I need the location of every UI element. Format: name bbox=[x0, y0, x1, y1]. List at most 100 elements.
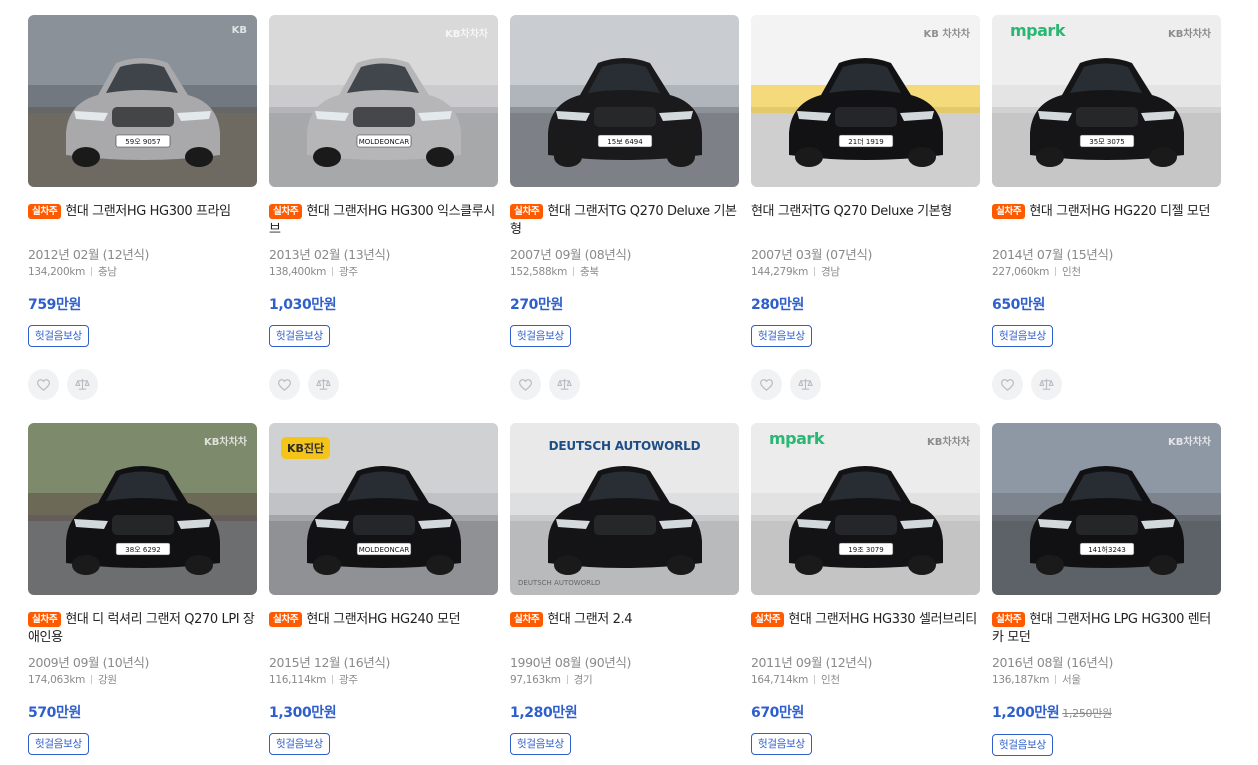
listing-thumbnail[interactable]: 35모 3075 KB차차차 mpark bbox=[992, 15, 1221, 187]
listing-title-row[interactable]: 실차주 현대 디 럭셔리 그랜저 Q270 LPI 장애인용 bbox=[28, 611, 257, 651]
listing-card[interactable]: MOLDEONCAR KB진단 실차주 현대 그랜저HG HG240 모던 2015년 … bbox=[269, 423, 498, 755]
svg-text:21더 1919: 21더 1919 bbox=[848, 137, 883, 146]
owner-tag: 실차주 bbox=[269, 204, 303, 219]
badge-row: 헛걸음보상 bbox=[28, 722, 257, 755]
listing-title[interactable]: 현대 그랜저TG Q270 Deluxe 기본형 bbox=[510, 204, 737, 237]
price: 1,030만원 bbox=[269, 297, 337, 313]
listing-card[interactable]: 141허3243 KB차차차실차주 현대 그랜저HG LPG HG300 렌터카 모… bbox=[992, 423, 1221, 756]
owner-tag: 실차주 bbox=[510, 612, 544, 627]
model-year: 2011년 09월 (12년식) bbox=[751, 655, 872, 670]
listing-title-row[interactable]: 실차주 현대 그랜저HG HG330 셀러브리티 bbox=[751, 611, 980, 651]
mpark-logo: mpark bbox=[769, 429, 824, 448]
listing-grid: 59오 9057 KB 실차주 현대 그랜저HG HG300 프라임 2012년 02월… bbox=[28, 15, 1221, 765]
car-photo: MOLDEONCAR bbox=[269, 15, 498, 187]
listing-title-row[interactable]: 현대 그랜저TG Q270 Deluxe 기본형 bbox=[751, 203, 980, 243]
listing-title[interactable]: 현대 그랜저HG HG300 익스클루시브 bbox=[269, 204, 495, 237]
meta-divider bbox=[332, 267, 334, 276]
listing-meta: 227,060km 인천 bbox=[992, 265, 1221, 279]
badge-row: 헛걸음보상 bbox=[269, 314, 498, 347]
listing-thumbnail[interactable]: DEUTSCH AUTOWORLD DEUTSCH AUTOWORLD bbox=[510, 423, 739, 595]
owner-tag: 실차주 bbox=[992, 612, 1026, 627]
listing-thumbnail[interactable]: 141허3243 KB차차차 bbox=[992, 423, 1221, 595]
car-photo: 19조 3079 bbox=[751, 423, 980, 595]
listing-meta: 136,187km 서울 bbox=[992, 673, 1221, 687]
svg-text:59오 9057: 59오 9057 bbox=[125, 138, 160, 146]
price: 280만원 bbox=[751, 297, 804, 313]
listing-card[interactable]: 59오 9057 KB 실차주 현대 그랜저HG HG300 프라임 2012년 02월… bbox=[28, 15, 257, 400]
listing-title-row[interactable]: 실차주 현대 그랜저TG Q270 Deluxe 기본형 bbox=[510, 203, 739, 243]
listing-title-row[interactable]: 실차주 현대 그랜저HG HG300 익스클루시브 bbox=[269, 203, 498, 243]
model-year: 2007년 03월 (07년식) bbox=[751, 247, 872, 262]
price-row: 1,200만원 1,250만원 bbox=[992, 703, 1221, 723]
scale-icon[interactable] bbox=[308, 369, 339, 400]
listing-title-row[interactable]: 실차주 현대 그랜저 2.4 bbox=[510, 611, 739, 651]
mileage: 138,400km bbox=[269, 266, 327, 278]
listing-title-row[interactable]: 실차주 현대 그랜저HG HG240 모던 bbox=[269, 611, 498, 651]
original-price: 1,250만원 bbox=[1062, 707, 1112, 720]
listing-card[interactable]: 21더 1919 KB 차차차현대 그랜저TG Q270 Deluxe 기본형 20… bbox=[751, 15, 980, 400]
listing-meta: 97,163km 경기 bbox=[510, 673, 739, 687]
listing-title-row[interactable]: 실차주 현대 그랜저HG HG300 프라임 bbox=[28, 203, 257, 243]
listing-title[interactable]: 현대 그랜저HG HG330 셀러브리티 bbox=[788, 612, 977, 627]
model-year: 1990년 08월 (90년식) bbox=[510, 655, 631, 670]
heart-icon[interactable] bbox=[269, 369, 300, 400]
kb-watermark: KB차차차 bbox=[204, 437, 247, 448]
listing-thumbnail[interactable]: 15보 6494 bbox=[510, 15, 739, 187]
heart-icon[interactable] bbox=[751, 369, 782, 400]
mileage: 174,063km bbox=[28, 674, 86, 686]
listing-title[interactable]: 현대 그랜저HG HG240 모던 bbox=[306, 612, 460, 627]
owner-tag: 실차주 bbox=[28, 204, 62, 219]
meta-divider bbox=[1055, 267, 1057, 276]
listing-thumbnail[interactable]: MOLDEONCAR KB진단 bbox=[269, 423, 498, 595]
listing-card[interactable]: 15보 6494 실차주 현대 그랜저TG Q270 Deluxe 기본형 2007년… bbox=[510, 15, 739, 400]
scale-icon[interactable] bbox=[790, 369, 821, 400]
region: 광주 bbox=[339, 266, 358, 278]
listing-title-row[interactable]: 실차주 현대 그랜저HG HG220 디젤 모던 bbox=[992, 203, 1221, 243]
price: 1,300만원 bbox=[269, 705, 337, 721]
svg-text:MOLDEONCAR: MOLDEONCAR bbox=[359, 138, 410, 146]
owner-tag: 실차주 bbox=[992, 204, 1026, 219]
listing-title[interactable]: 현대 그랜저 2.4 bbox=[547, 612, 632, 627]
compensation-badge: 헛걸음보상 bbox=[751, 325, 812, 347]
meta-divider bbox=[332, 675, 334, 684]
mileage: 134,200km bbox=[28, 266, 86, 278]
price-row: 650만원 bbox=[992, 295, 1221, 314]
card-actions bbox=[992, 369, 1221, 400]
listing-title[interactable]: 현대 디 럭셔리 그랜저 Q270 LPI 장애인용 bbox=[28, 612, 255, 645]
listing-thumbnail[interactable]: MOLDEONCAR KB차차차 bbox=[269, 15, 498, 187]
heart-icon[interactable] bbox=[992, 369, 1023, 400]
listing-meta: 164,714km 인천 bbox=[751, 673, 980, 687]
listing-thumbnail[interactable]: 59오 9057 KB bbox=[28, 15, 257, 187]
meta-divider bbox=[814, 267, 816, 276]
listing-card[interactable]: 35모 3075 KB차차차 mpark 실차주 현대 그랜저HG HG220 디젤 모… bbox=[992, 15, 1221, 400]
listing-card[interactable]: 19조 3079 KB차차차 mpark 실차주 현대 그랜저HG HG330 셀러브리… bbox=[751, 423, 980, 755]
heart-icon[interactable] bbox=[510, 369, 541, 400]
scale-icon[interactable] bbox=[1031, 369, 1062, 400]
heart-icon[interactable] bbox=[28, 369, 59, 400]
listing-thumbnail[interactable]: 21더 1919 KB 차차차 bbox=[751, 15, 980, 187]
listing-title[interactable]: 현대 그랜저HG HG300 프라임 bbox=[65, 204, 231, 219]
listing-title-row[interactable]: 실차주 현대 그랜저HG LPG HG300 렌터카 모던 bbox=[992, 611, 1221, 651]
price: 270만원 bbox=[510, 297, 563, 313]
svg-text:19조 3079: 19조 3079 bbox=[848, 546, 883, 554]
listing-card[interactable]: DEUTSCH AUTOWORLD DEUTSCH AUTOWORLD 실차주 현대 … bbox=[510, 423, 739, 755]
meta-divider bbox=[91, 267, 93, 276]
price-row: 1,300만원 bbox=[269, 703, 498, 722]
price-row: 280만원 bbox=[751, 295, 980, 314]
region: 경기 bbox=[573, 674, 593, 686]
compensation-badge: 헛걸음보상 bbox=[992, 325, 1053, 347]
scale-icon[interactable] bbox=[67, 369, 98, 400]
listing-meta: 174,063km 강원 bbox=[28, 673, 257, 687]
listing-title[interactable]: 현대 그랜저HG HG220 디젤 모던 bbox=[1029, 204, 1210, 219]
price: 759만원 bbox=[28, 297, 81, 313]
card-actions bbox=[269, 369, 498, 400]
listing-thumbnail[interactable]: 38오 6292 KB차차차 bbox=[28, 423, 257, 595]
region: 광주 bbox=[339, 674, 358, 686]
listing-card[interactable]: MOLDEONCAR KB차차차 실차주 현대 그랜저HG HG300 익스클루시브 2… bbox=[269, 15, 498, 400]
price: 570만원 bbox=[28, 705, 81, 721]
listing-thumbnail[interactable]: 19조 3079 KB차차차 mpark bbox=[751, 423, 980, 595]
listing-card[interactable]: 38오 6292 KB차차차실차주 현대 디 럭셔리 그랜저 Q270 LPI 장애… bbox=[28, 423, 257, 755]
meta-divider bbox=[814, 675, 816, 684]
scale-icon[interactable] bbox=[549, 369, 580, 400]
listing-title[interactable]: 현대 그랜저TG Q270 Deluxe 기본형 bbox=[751, 204, 952, 219]
